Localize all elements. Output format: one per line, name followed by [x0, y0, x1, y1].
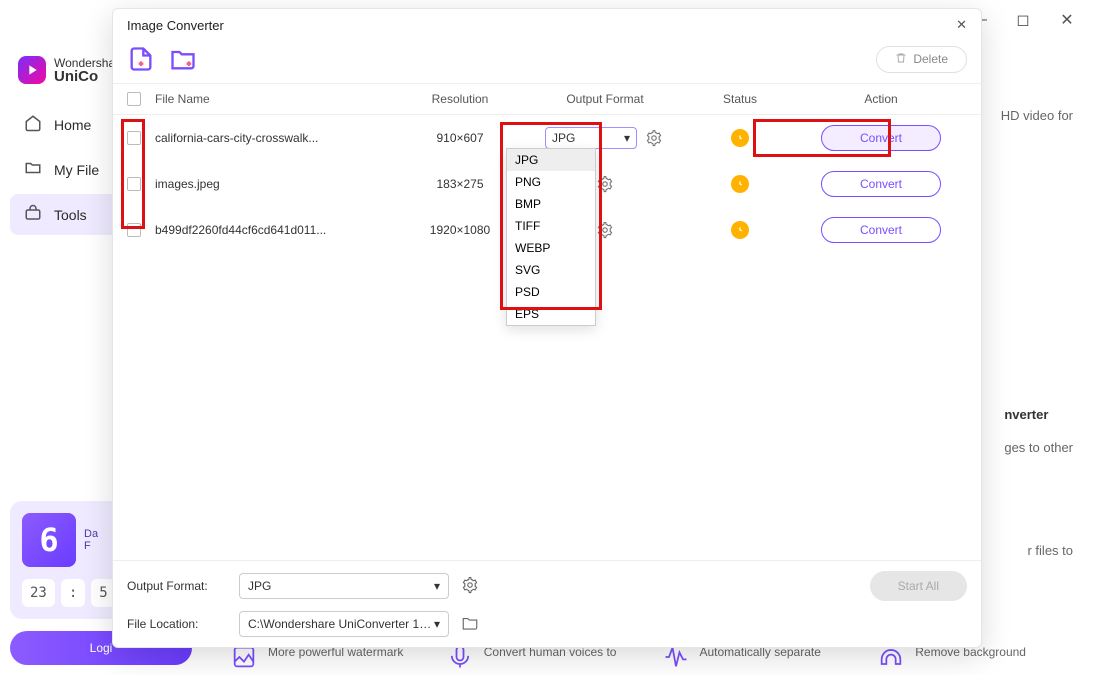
row-settings-icon[interactable]	[594, 219, 616, 241]
close-icon[interactable]: ✕	[956, 17, 967, 33]
status-pending-icon	[731, 175, 749, 193]
status-pending-icon	[731, 221, 749, 239]
delete-button[interactable]: Delete	[876, 46, 967, 73]
output-format-dropdown[interactable]: JPG PNG BMP TIFF WEBP SVG PSD EPS	[506, 148, 596, 326]
row-settings-icon[interactable]	[643, 127, 665, 149]
file-res: 910×607	[395, 131, 525, 145]
dropdown-option[interactable]: EPS	[507, 303, 595, 325]
col-out: Output Format	[525, 92, 685, 106]
dropdown-option[interactable]: TIFF	[507, 215, 595, 237]
footer-output-settings-icon[interactable]	[461, 576, 481, 596]
select-all-checkbox[interactable]	[127, 92, 141, 106]
status-pending-icon	[731, 129, 749, 147]
convert-button[interactable]: Convert	[821, 125, 941, 151]
output-format-select[interactable]: JPG ▾	[545, 127, 637, 149]
footer-location-label: File Location:	[127, 617, 227, 631]
convert-button[interactable]: Convert	[821, 217, 941, 243]
file-name: california-cars-city-crosswalk...	[155, 131, 395, 145]
modal-title: Image Converter	[127, 18, 224, 33]
row-checkbox[interactable]	[127, 223, 141, 237]
dropdown-option[interactable]: JPG	[507, 149, 595, 171]
add-file-icon[interactable]	[127, 45, 155, 73]
start-all-button[interactable]: Start All	[870, 571, 967, 601]
chevron-down-icon: ▾	[434, 579, 440, 593]
open-folder-icon[interactable]	[461, 614, 481, 634]
file-name: images.jpeg	[155, 177, 395, 191]
chevron-down-icon: ▾	[624, 131, 630, 145]
convert-button[interactable]: Convert	[821, 171, 941, 197]
row-checkbox[interactable]	[127, 177, 141, 191]
add-folder-icon[interactable]	[169, 45, 197, 73]
dropdown-option[interactable]: SVG	[507, 259, 595, 281]
dropdown-option[interactable]: BMP	[507, 193, 595, 215]
col-res: Resolution	[395, 92, 525, 106]
dropdown-option[interactable]: PSD	[507, 281, 595, 303]
row-settings-icon[interactable]	[594, 173, 616, 195]
dropdown-option[interactable]: PNG	[507, 171, 595, 193]
image-converter-modal: Image Converter ✕ Delete File Name Resol…	[112, 8, 982, 648]
trash-icon	[895, 52, 907, 67]
col-action: Action	[795, 92, 967, 106]
file-name: b499df2260fd44cf6cd641d011...	[155, 223, 395, 237]
col-status: Status	[685, 92, 795, 106]
col-name: File Name	[155, 92, 395, 106]
row-checkbox[interactable]	[127, 131, 141, 145]
dropdown-option[interactable]: WEBP	[507, 237, 595, 259]
footer-output-select[interactable]: JPG▾	[239, 573, 449, 599]
chevron-down-icon: ▾	[434, 617, 440, 631]
delete-label: Delete	[913, 52, 948, 66]
table-header: File Name Resolution Output Format Statu…	[113, 83, 981, 115]
footer-output-label: Output Format:	[127, 579, 227, 593]
footer-location-select[interactable]: C:\Wondershare UniConverter 15\Im▾	[239, 611, 449, 637]
